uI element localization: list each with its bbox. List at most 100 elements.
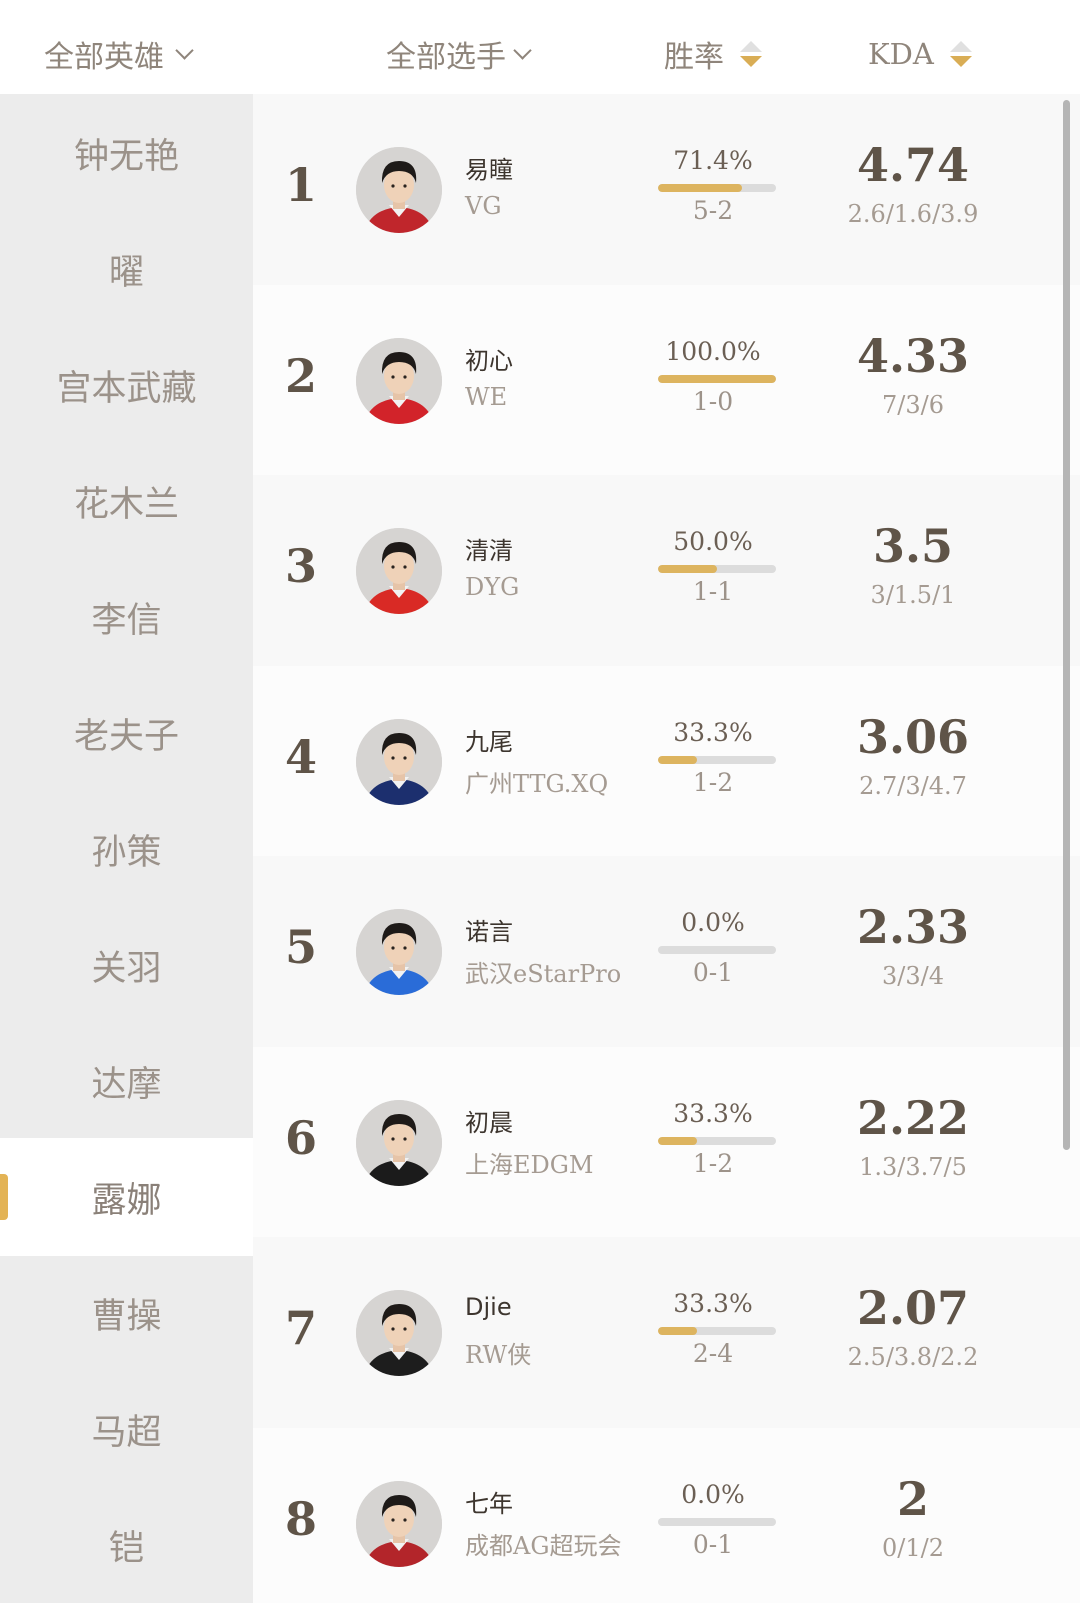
win-rate-bar — [658, 1137, 776, 1145]
win-rate-bar — [658, 184, 776, 192]
kda-value: 2.22 — [856, 1091, 970, 1145]
rank-number: 6 — [284, 1111, 317, 1165]
sidebar-item-hero[interactable]: 露娜 — [0, 1138, 253, 1256]
sidebar-item-hero[interactable]: 曜 — [0, 210, 253, 328]
player-row[interactable]: 7 Djie RW侠 33.3% 2-4 2.07 2.5/3.8/2.2 — [253, 1237, 1080, 1431]
player-team: 上海EDGM — [465, 1151, 594, 1179]
winrate-sort-button[interactable]: 胜率 — [664, 32, 762, 76]
player-row[interactable]: 1 易瞳 VG 71.4% 5-2 4.74 2.6/1.6/3.9 — [253, 94, 1080, 288]
player-name: 清清 — [465, 537, 513, 565]
sidebar-item-hero[interactable]: 孙策 — [0, 790, 253, 908]
sidebar-item-hero[interactable]: 钟无艳 — [0, 94, 253, 212]
kda-value: 4.33 — [856, 329, 970, 383]
win-loss-record: 1-2 — [692, 1149, 734, 1178]
win-rate: 33.3% — [673, 718, 753, 747]
sidebar-item-label: 老夫子 — [73, 716, 179, 757]
sidebar-item-hero[interactable]: 曹操 — [0, 1254, 253, 1372]
kda-breakdown: 0/1/2 — [882, 1534, 944, 1562]
win-rate-bar — [658, 1518, 776, 1526]
kda-breakdown: 3/3/4 — [882, 962, 944, 990]
sidebar-item-hero[interactable]: 宫本武藏 — [0, 326, 253, 444]
sidebar-item-label: 钟无艳 — [73, 136, 179, 177]
sidebar-item-label: 马超 — [91, 1412, 162, 1453]
rank-number: 7 — [284, 1301, 317, 1355]
player-ranking-list: 1 易瞳 VG 71.4% 5-2 4.74 2.6/1.6/3.9 2 初心 WE 100.0% 1… — [253, 94, 1080, 1603]
sort-icon — [740, 41, 762, 67]
sidebar-item-hero[interactable]: 关羽 — [0, 906, 253, 1024]
win-loss-record: 1-0 — [692, 387, 734, 416]
hero-filter-dropdown[interactable]: 全部英雄 — [44, 32, 194, 76]
kda-breakdown: 2.7/3/4.7 — [859, 772, 967, 800]
player-avatar[interactable] — [356, 1290, 442, 1376]
player-filter-label: 全部选手 — [386, 40, 506, 75]
win-rate: 71.4% — [673, 146, 753, 175]
player-team: WE — [465, 383, 508, 411]
player-avatar[interactable] — [356, 909, 442, 995]
player-filter-dropdown[interactable]: 全部选手 — [386, 32, 532, 76]
winrate-sort-label: 胜率 — [664, 40, 724, 75]
player-team: 武汉eStarPro — [465, 960, 622, 988]
player-name: 七年 — [465, 1490, 513, 1518]
sidebar-item-label: 曜 — [108, 252, 144, 293]
win-rate-bar — [658, 375, 776, 383]
sidebar-item-hero[interactable]: 马超 — [0, 1370, 253, 1488]
player-team: 成都AG超玩会 — [465, 1532, 622, 1560]
player-team: DYG — [465, 573, 520, 601]
win-rate-bar-fill — [658, 1137, 698, 1145]
sidebar-item-hero[interactable]: 铠 — [0, 1486, 253, 1603]
player-avatar[interactable] — [356, 147, 442, 233]
win-loss-record: 0-1 — [692, 1530, 734, 1559]
filter-header: 全部英雄 全部选手 胜率 KDA — [0, 0, 1080, 94]
sidebar-item-label: 达摩 — [91, 1064, 162, 1105]
win-rate-bar-fill — [658, 375, 776, 383]
win-rate: 50.0% — [673, 527, 753, 556]
win-rate-bar — [658, 1327, 776, 1335]
win-loss-record: 0-1 — [692, 958, 734, 987]
player-name: 诺言 — [465, 918, 513, 946]
kda-sort-button[interactable]: KDA — [868, 32, 972, 76]
scrollbar[interactable] — [1063, 100, 1070, 1150]
player-avatar[interactable] — [356, 1100, 442, 1186]
player-avatar[interactable] — [356, 1481, 442, 1567]
win-rate-bar — [658, 756, 776, 764]
player-avatar[interactable] — [356, 528, 442, 614]
hero-filter-label: 全部英雄 — [44, 40, 164, 75]
chevron-down-icon — [175, 40, 194, 60]
player-name: 易瞳 — [465, 156, 513, 184]
win-rate: 100.0% — [665, 337, 761, 366]
player-team: 广州TTG.XQ — [465, 770, 609, 798]
win-rate-bar-fill — [658, 565, 717, 573]
win-loss-record: 1-2 — [692, 768, 734, 797]
kda-breakdown: 3/1.5/1 — [870, 581, 956, 609]
kda-value: 2.07 — [856, 1281, 970, 1335]
win-loss-record: 1-1 — [692, 577, 734, 606]
win-rate-bar — [658, 565, 776, 573]
player-row[interactable]: 8 七年 成都AG超玩会 0.0% 0-1 2 0/1/2 — [253, 1428, 1080, 1603]
win-loss-record: 5-2 — [692, 196, 734, 225]
rank-number: 8 — [284, 1492, 317, 1546]
player-row[interactable]: 4 九尾 广州TTG.XQ 33.3% 1-2 3.06 2.7/3/4.7 — [253, 666, 1080, 860]
player-avatar[interactable] — [356, 338, 442, 424]
sidebar-item-hero[interactable]: 花木兰 — [0, 442, 253, 560]
kda-value: 3.06 — [856, 710, 970, 764]
kda-sort-label: KDA — [868, 37, 934, 71]
player-row[interactable]: 2 初心 WE 100.0% 1-0 4.33 7/3/6 — [253, 285, 1080, 479]
sidebar-item-hero[interactable]: 老夫子 — [0, 674, 253, 792]
sidebar-item-label: 宫本武藏 — [56, 368, 197, 409]
sidebar-item-hero[interactable]: 李信 — [0, 558, 253, 676]
rank-number: 4 — [284, 730, 317, 784]
player-row[interactable]: 5 诺言 武汉eStarPro 0.0% 0-1 2.33 3/3/4 — [253, 856, 1080, 1050]
player-team: VG — [465, 192, 502, 220]
rank-number: 2 — [284, 349, 317, 403]
sidebar-item-label: 李信 — [91, 600, 162, 641]
player-name: 初心 — [465, 347, 513, 375]
rank-number: 1 — [284, 158, 317, 212]
win-rate-bar — [658, 946, 776, 954]
player-row[interactable]: 3 清清 DYG 50.0% 1-1 3.5 3/1.5/1 — [253, 475, 1080, 669]
sidebar-item-hero[interactable]: 达摩 — [0, 1022, 253, 1140]
win-rate: 33.3% — [673, 1289, 753, 1318]
sidebar-item-label: 关羽 — [91, 948, 162, 989]
player-row[interactable]: 6 初晨 上海EDGM 33.3% 1-2 2.22 1.3/3.7/5 — [253, 1047, 1080, 1241]
kda-breakdown: 2.5/3.8/2.2 — [847, 1343, 979, 1371]
player-avatar[interactable] — [356, 719, 442, 805]
